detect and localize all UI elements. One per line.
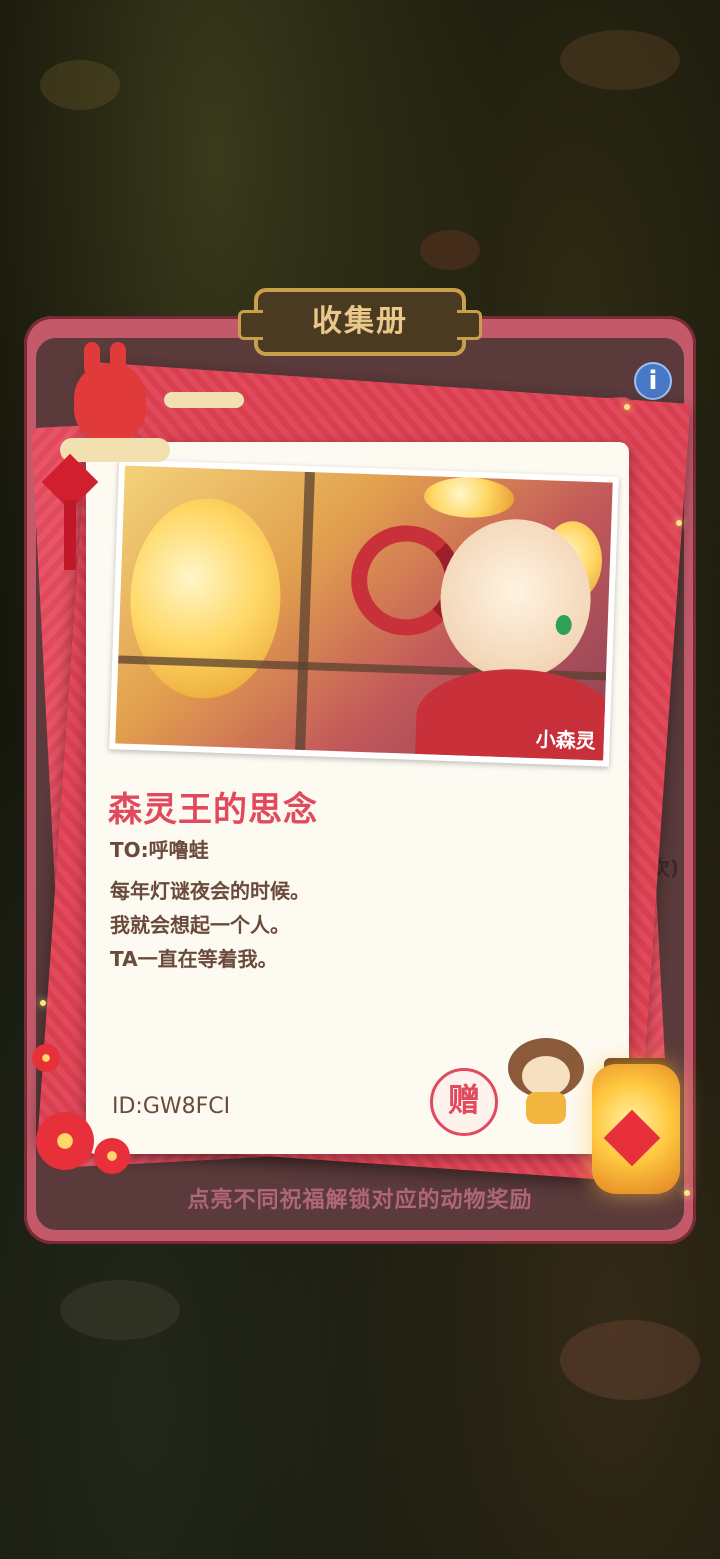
card-message-line: 我就会想起一个人。 — [110, 913, 290, 937]
plum-flower-icon — [94, 1138, 130, 1174]
lantern-illustration — [126, 495, 284, 702]
photo-watermark: 小森灵 — [535, 727, 597, 754]
card-message: 每年灯谜夜会的时候。 我就会想起一个人。 TA一直在等着我。 — [110, 874, 310, 976]
card-title: 森灵王的思念 — [108, 790, 318, 830]
sparkle-icon — [624, 404, 630, 410]
background-decoration — [60, 1280, 180, 1340]
plum-flower-icon — [32, 1044, 60, 1072]
sparkle-icon — [676, 520, 682, 526]
cloud-decoration — [164, 392, 244, 408]
cloud-decoration — [60, 438, 170, 462]
plum-flower-icon — [36, 1112, 94, 1170]
sparkle-icon — [40, 1000, 46, 1006]
sparkle-icon — [684, 1190, 690, 1196]
background-decoration — [40, 60, 120, 110]
photo-scene: 小森灵 — [115, 465, 613, 761]
card-id: ID:GW8FCI — [112, 1094, 231, 1119]
card-message-line: TA一直在等着我。 — [110, 947, 278, 971]
hamster-body — [526, 1092, 566, 1124]
background-decoration — [420, 230, 480, 270]
tassel-decoration — [64, 500, 76, 570]
card-photo: 小森灵 — [109, 459, 619, 767]
hamster-character — [508, 1038, 584, 1126]
background-decoration — [560, 30, 680, 90]
info-icon[interactable]: i — [634, 362, 672, 400]
gift-stamp-button[interactable]: 赠 — [430, 1068, 498, 1136]
background-decoration — [560, 1320, 700, 1400]
lantern-illustration — [423, 476, 515, 520]
card-recipient: TO:呼噜蛙 — [110, 838, 209, 862]
window-frame — [295, 471, 315, 753]
album-title: 收集册 — [238, 288, 482, 356]
hamster-face — [522, 1056, 570, 1096]
red-bunny-decoration — [74, 364, 146, 440]
card-message-line: 每年灯谜夜会的时候。 — [110, 879, 310, 903]
